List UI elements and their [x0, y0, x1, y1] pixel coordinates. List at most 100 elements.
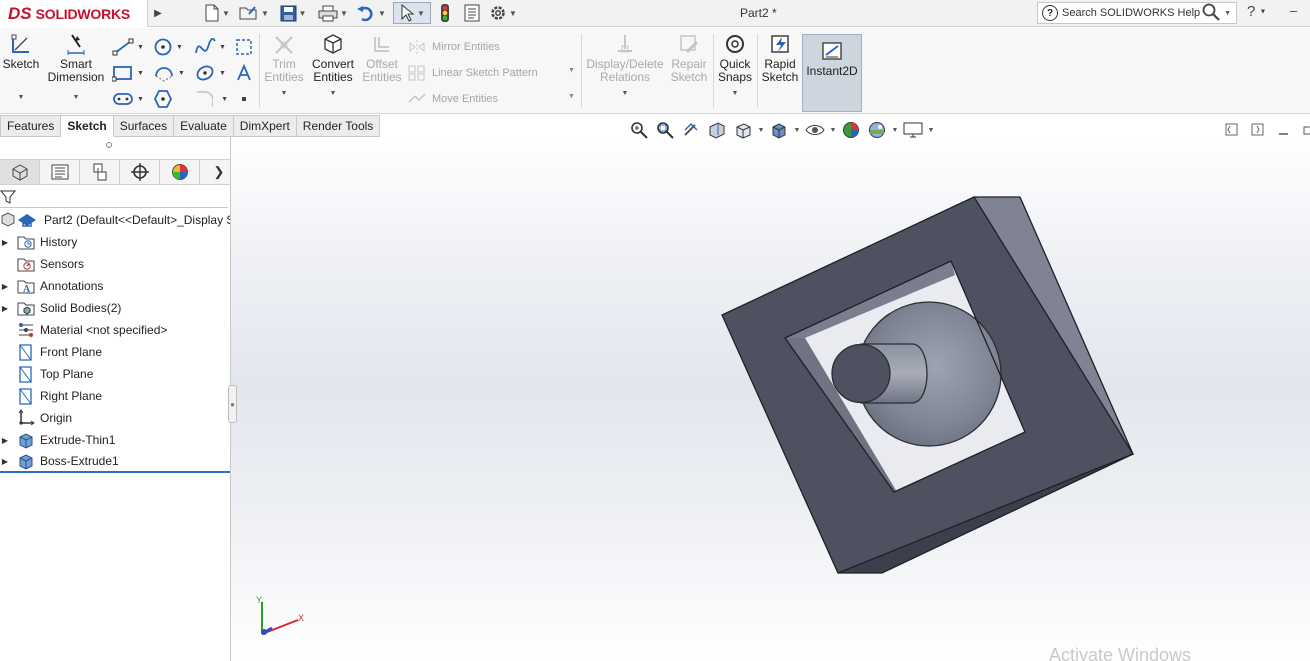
tab-property-manager[interactable]: [40, 160, 80, 184]
tree-item[interactable]: Front Plane: [0, 341, 230, 363]
instant2d-button[interactable]: Instant2D: [802, 34, 862, 112]
arc-tool[interactable]: ▼: [153, 62, 187, 84]
help-button[interactable]: ? ▼: [1247, 3, 1266, 20]
apply-scene-button[interactable]: [864, 120, 890, 140]
point-tool[interactable]: [235, 88, 255, 110]
section-view-button[interactable]: [704, 120, 730, 140]
graphics-area[interactable]: Y X: [231, 137, 1310, 661]
repair-sketch-button[interactable]: Repair Sketch: [668, 32, 710, 84]
save-button[interactable]: ▼: [276, 2, 310, 24]
tree-filter[interactable]: [0, 186, 228, 208]
edit-appearance-button[interactable]: [838, 120, 864, 140]
spline-tool[interactable]: ▼: [194, 36, 228, 58]
display-style-dropdown-icon[interactable]: ▼: [792, 127, 802, 134]
convert-dropdown-icon[interactable]: ▼: [330, 87, 337, 100]
expand-arrow-icon[interactable]: ▶: [0, 436, 10, 445]
zoom-to-fit-button[interactable]: [626, 120, 652, 140]
print-button[interactable]: ▼: [316, 2, 350, 24]
display-style-button[interactable]: [766, 120, 792, 140]
tree-item[interactable]: Material <not specified>: [0, 319, 230, 341]
smart-dimension-dropdown-icon[interactable]: ▼: [73, 91, 80, 104]
expand-arrow-icon[interactable]: ▶: [0, 238, 10, 247]
trim-dropdown-icon[interactable]: ▼: [281, 87, 288, 100]
open-document-button[interactable]: ▼: [236, 2, 272, 24]
trim-entities-button[interactable]: Trim Entities ▼: [263, 32, 305, 100]
linear-pattern-dropdown-icon[interactable]: ▼: [568, 67, 575, 74]
rectangle-tool[interactable]: ▼: [112, 62, 146, 84]
feature-tree-icon: [12, 164, 27, 181]
search-dropdown-icon[interactable]: ▼: [1224, 10, 1231, 17]
tree-root-part[interactable]: Part2 (Default<<Default>_Display S: [0, 209, 230, 231]
tab-surfaces[interactable]: Surfaces: [113, 115, 175, 137]
view-orientation-dropdown-icon[interactable]: ▼: [756, 127, 766, 134]
linear-sketch-pattern-button[interactable]: Linear Sketch Pattern: [408, 65, 538, 81]
relations-dropdown-icon[interactable]: ▼: [622, 87, 629, 100]
tree-item[interactable]: ▶ History: [0, 231, 230, 253]
model-view[interactable]: Y X: [231, 137, 1310, 661]
ellipse-tool[interactable]: ▼: [194, 62, 228, 84]
tree-item[interactable]: ▶ Solid Bodies(2): [0, 297, 230, 319]
mirror-entities-button[interactable]: Mirror Entities: [408, 39, 500, 55]
zoom-to-area-button[interactable]: [652, 120, 678, 140]
tab-render-tools[interactable]: Render Tools: [296, 115, 381, 137]
tree-item[interactable]: ▶ A Annotations: [0, 275, 230, 297]
tree-item[interactable]: Origin: [0, 407, 230, 429]
expand-arrow-icon[interactable]: ▶: [0, 282, 10, 291]
tab-evaluate[interactable]: Evaluate: [174, 115, 234, 137]
sketch-dropdown-icon[interactable]: ▼: [18, 91, 25, 104]
undo-button[interactable]: ▼: [354, 2, 388, 24]
select-button[interactable]: ▼: [393, 2, 431, 24]
line-tool[interactable]: ▼: [112, 36, 146, 58]
display-delete-relations-button[interactable]: Display/Delete Relations ▼: [586, 32, 664, 100]
quick-snaps-button[interactable]: Quick Snaps ▼: [716, 32, 754, 100]
expand-arrow-icon[interactable]: ▶: [0, 457, 10, 466]
window-minimize-icon[interactable]: –: [1290, 3, 1297, 18]
move-dropdown-icon[interactable]: ▼: [568, 93, 575, 100]
relations-icon: [612, 32, 638, 56]
polygon-tool[interactable]: [153, 88, 187, 110]
fillet-tool[interactable]: ▼: [194, 88, 228, 110]
menu-expand-arrow-icon[interactable]: ▶: [152, 4, 164, 22]
slot-tool[interactable]: ▼: [112, 88, 146, 110]
hide-show-items-button[interactable]: [802, 120, 828, 140]
view-settings-button[interactable]: [900, 120, 926, 140]
rapid-sketch-button[interactable]: Rapid Sketch: [760, 32, 800, 84]
sketch-button[interactable]: Sketch ▼: [3, 32, 39, 104]
tree-item[interactable]: Top Plane: [0, 363, 230, 385]
tree-item[interactable]: ▶ Extrude-Thin1: [0, 429, 230, 451]
options-button[interactable]: ▼: [486, 2, 520, 24]
more-tabs-chevron-icon[interactable]: ❯: [208, 160, 230, 184]
tab-display-manager[interactable]: [160, 160, 200, 184]
rebuild-button[interactable]: [436, 2, 454, 24]
pane-collapse-handle[interactable]: ●: [228, 385, 237, 423]
text-tool[interactable]: [235, 62, 255, 84]
tab-dimxpert-manager[interactable]: [120, 160, 160, 184]
tab-configuration-manager[interactable]: [80, 160, 120, 184]
tree-item[interactable]: Right Plane: [0, 385, 230, 407]
solidworks-logo[interactable]: DS SOLIDWORKS: [0, 0, 148, 27]
smart-dimension-button[interactable]: Smart Dimension ▼: [46, 32, 106, 104]
previous-view-button[interactable]: [678, 120, 704, 140]
tab-features[interactable]: Features: [0, 115, 62, 137]
new-document-button[interactable]: ▼: [200, 2, 234, 24]
apply-scene-dropdown-icon[interactable]: ▼: [890, 127, 900, 134]
circle-tool[interactable]: ▼: [153, 36, 187, 58]
tab-sketch[interactable]: Sketch: [61, 115, 114, 137]
tab-feature-tree[interactable]: [0, 160, 40, 184]
view-orientation-button[interactable]: [730, 120, 756, 140]
offset-entities-button[interactable]: Offset Entities: [360, 32, 404, 84]
expand-arrow-icon[interactable]: ▶: [0, 304, 10, 313]
view-settings-dropdown-icon[interactable]: ▼: [926, 127, 936, 134]
centerline-rect-tool[interactable]: [235, 36, 255, 58]
tree-item[interactable]: Sensors: [0, 253, 230, 275]
hide-show-dropdown-icon[interactable]: ▼: [828, 127, 838, 134]
pane-grip-icon[interactable]: [106, 142, 112, 148]
quick-snaps-dropdown-icon[interactable]: ▼: [732, 87, 739, 100]
search-icon[interactable]: [1202, 3, 1220, 24]
convert-entities-button[interactable]: Convert Entities ▼: [308, 32, 358, 100]
move-entities-button[interactable]: Move Entities: [408, 91, 498, 107]
search-help-field[interactable]: ? Search SOLIDWORKS Help ▼: [1037, 2, 1237, 24]
tab-dimxpert[interactable]: DimXpert: [233, 115, 297, 137]
tree-item[interactable]: ▶ Boss-Extrude1: [0, 451, 230, 473]
file-properties-button[interactable]: [460, 2, 484, 24]
